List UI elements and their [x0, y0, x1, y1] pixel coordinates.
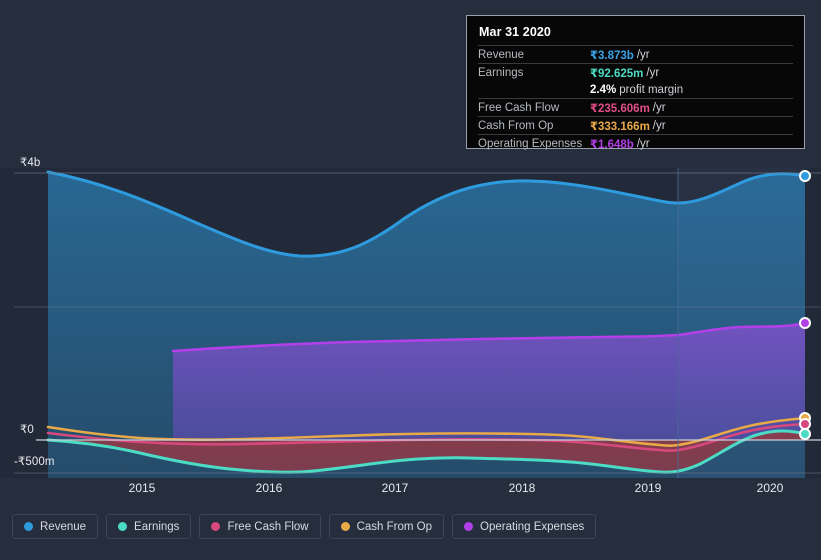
tooltip-value-earnings: ₹92.625m	[590, 67, 644, 80]
legend-item-earnings[interactable]: Earnings	[106, 514, 192, 539]
legend-dot-free-cash-flow-icon	[211, 522, 221, 531]
tooltip-suffix-earnings: /yr	[646, 66, 660, 79]
legend-label-revenue: Revenue	[40, 520, 87, 533]
tooltip-row-profit-margin: 2.4% profit margin	[478, 81, 793, 98]
legend-dot-operating-expenses-icon	[464, 522, 474, 531]
legend-label-operating-expenses: Operating Expenses	[480, 520, 585, 533]
legend-label-earnings: Earnings	[134, 520, 180, 533]
x-axis-label-2019: 2019	[634, 481, 662, 495]
tooltip-title: Mar 31 2020	[479, 25, 551, 39]
tooltip-suffix-revenue: /yr	[636, 48, 650, 61]
tooltip-row-free-cash-flow: Free Cash Flow ₹235.606m /yr	[478, 98, 793, 116]
x-axis-label-2020: 2020	[756, 481, 784, 495]
chart-page: ₹4b ₹0 -₹500m 2015 2016 2017 2018 2019 2…	[0, 0, 821, 560]
x-axis-label-2016: 2016	[255, 481, 283, 495]
tooltip-key-earnings: Earnings	[478, 66, 524, 79]
tooltip-suffix-free-cash-flow: /yr	[652, 101, 666, 114]
tooltip-key-cash-from-op: Cash From Op	[478, 119, 554, 132]
x-axis-label-2017: 2017	[381, 481, 409, 495]
y-axis-label-neg500m: -₹500m	[14, 456, 55, 468]
tooltip-row-revenue: Revenue ₹3.873b /yr	[478, 45, 793, 63]
y-axis-label-4b: ₹4b	[20, 157, 41, 169]
tooltip-row-operating-expenses: Operating Expenses ₹1.648b /yr	[478, 134, 793, 152]
x-axis-label-2015: 2015	[128, 481, 156, 495]
legend-dot-earnings-icon	[118, 522, 128, 531]
tooltip-row-earnings: Earnings ₹92.625m /yr	[478, 63, 793, 81]
chart-tooltip: Mar 31 2020 Revenue ₹3.873b /yr Earnings…	[466, 15, 805, 152]
legend-item-operating-expenses[interactable]: Operating Expenses	[452, 514, 597, 539]
tooltip-key-operating-expenses: Operating Expenses	[478, 137, 583, 150]
tooltip-suffix-operating-expenses: /yr	[636, 137, 650, 150]
tooltip-key-revenue: Revenue	[478, 48, 525, 61]
x-axis-label-2018: 2018	[508, 481, 536, 495]
tooltip-value-free-cash-flow: ₹235.606m	[590, 102, 650, 115]
free-cash-flow-endpoint-dot	[799, 418, 811, 430]
opex-endpoint-dot	[799, 317, 811, 329]
tooltip-suffix-profit-margin: profit margin	[619, 83, 684, 96]
legend-item-cash-from-op[interactable]: Cash From Op	[328, 514, 445, 539]
legend-label-cash-from-op: Cash From Op	[356, 520, 433, 533]
earnings-endpoint-dot	[799, 428, 811, 440]
tooltip-key-free-cash-flow: Free Cash Flow	[478, 101, 560, 114]
tooltip-value-operating-expenses: ₹1.648b	[590, 138, 634, 151]
tooltip-value-cash-from-op: ₹333.166m	[590, 120, 650, 133]
tooltip-value-revenue: ₹3.873b	[590, 49, 634, 62]
legend-dot-revenue-icon	[24, 522, 33, 531]
legend-label-free-cash-flow: Free Cash Flow	[227, 520, 309, 533]
tooltip-suffix-cash-from-op: /yr	[652, 119, 666, 132]
tooltip-value-profit-margin: 2.4%	[590, 83, 617, 96]
legend-item-revenue[interactable]: Revenue	[12, 514, 99, 539]
chart-svg	[14, 168, 821, 478]
chart-plot-area	[0, 168, 821, 478]
legend-dot-cash-from-op-icon	[340, 522, 350, 531]
chart-legend: Revenue Earnings Free Cash Flow Cash Fro…	[12, 514, 597, 539]
legend-item-free-cash-flow[interactable]: Free Cash Flow	[199, 514, 321, 539]
tooltip-row-cash-from-op: Cash From Op ₹333.166m /yr	[478, 116, 793, 134]
revenue-endpoint-dot	[799, 170, 811, 182]
y-axis-label-0: ₹0	[20, 424, 34, 436]
